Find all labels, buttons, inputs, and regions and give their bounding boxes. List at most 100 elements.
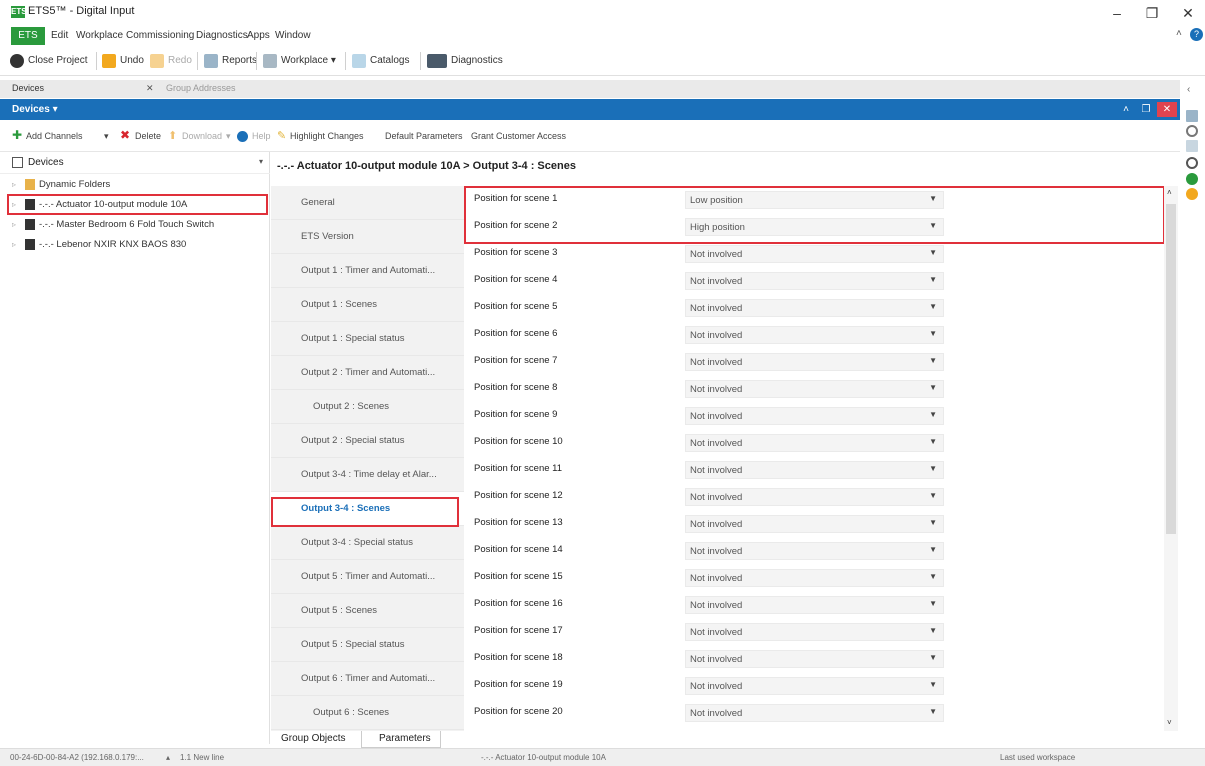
catalogs-button[interactable]: Catalogs [350, 51, 409, 71]
download-button[interactable]: Download [182, 131, 222, 141]
menu-workplace[interactable]: Workplace [76, 30, 123, 41]
catalog-icon[interactable] [1186, 140, 1198, 152]
parameter-select[interactable]: Not involved ▼ [685, 542, 944, 560]
expand-icon[interactable]: ▹ [12, 235, 16, 254]
add-channels-dropdown-icon[interactable]: ▾ [104, 131, 109, 142]
redo-button[interactable]: Redo [148, 51, 192, 71]
parameter-scrollbar[interactable]: ˄ ˅ [1164, 186, 1178, 731]
close-tab-icon[interactable]: ✕ [146, 83, 154, 94]
panel-restore-button[interactable]: ❐ [1136, 102, 1156, 117]
section-item[interactable]: Output 1 : Timer and Automati... [271, 254, 464, 288]
parameter-select[interactable]: Not involved ▼ [685, 272, 944, 290]
menu-commissioning[interactable]: Commissioning [126, 30, 194, 41]
delete-button[interactable]: Delete [135, 131, 161, 141]
chevron-down-icon[interactable]: ▼ [929, 302, 937, 311]
expand-icon[interactable]: ▹ [12, 175, 16, 194]
tab-devices[interactable]: Devices [12, 83, 44, 93]
parameter-select[interactable]: Not involved ▼ [685, 704, 944, 722]
chevron-down-icon[interactable]: ▼ [929, 626, 937, 635]
section-item[interactable]: Output 2 : Timer and Automati... [271, 356, 464, 390]
undo-button[interactable]: Undo [100, 51, 144, 71]
maximize-window-button[interactable]: ❐ [1140, 4, 1164, 22]
expand-icon[interactable]: ▹ [12, 215, 16, 234]
add-channels-button[interactable]: Add Channels [26, 131, 83, 141]
tree-node-dynamic-folders[interactable]: ▹ Dynamic Folders [0, 175, 270, 194]
section-item[interactable]: Output 6 : Scenes [271, 696, 464, 730]
menu-ets[interactable]: ETS [11, 27, 45, 45]
download-dropdown-icon[interactable]: ▾ [226, 131, 231, 142]
collapse-ribbon-icon[interactable]: ˄ [1176, 28, 1182, 39]
history-icon[interactable] [1186, 157, 1198, 169]
chevron-down-icon[interactable]: ▼ [929, 329, 937, 338]
chevron-down-icon[interactable]: ▼ [929, 464, 937, 473]
parameter-select[interactable]: Not involved ▼ [685, 677, 944, 695]
status-dropdown-icon[interactable]: ▴ [166, 753, 170, 762]
parameter-select[interactable]: Not involved ▼ [685, 650, 944, 668]
tab-group-objects[interactable]: Group Objects [281, 733, 345, 744]
parameter-select[interactable]: Not involved ▼ [685, 353, 944, 371]
parameter-select[interactable]: Not involved ▼ [685, 299, 944, 317]
close-project-button[interactable]: Close Project [8, 51, 87, 71]
tab-group-addresses[interactable]: Group Addresses [166, 83, 236, 93]
chevron-down-icon[interactable]: ▼ [929, 545, 937, 554]
panel-minimize-button[interactable]: ˄ [1116, 102, 1136, 117]
chevron-down-icon[interactable]: ▼ [929, 248, 937, 257]
menu-diagnostics[interactable]: Diagnostics [196, 30, 248, 41]
chevron-down-icon[interactable]: ▼ [929, 653, 937, 662]
chevron-down-icon[interactable]: ▼ [929, 518, 937, 527]
section-item[interactable]: General [271, 186, 464, 220]
panel-close-button[interactable]: ✕ [1157, 102, 1177, 117]
tree-node-lebenor-baos[interactable]: ▹ -.-.- Lebenor NXIR KNX BAOS 830 [0, 235, 270, 254]
tree-node-master-bedroom-switch[interactable]: ▹ -.-.- Master Bedroom 6 Fold Touch Swit… [0, 215, 270, 234]
diagnostics-button[interactable]: Diagnostics [425, 51, 503, 71]
tree-header-dropdown-icon[interactable]: ▾ [259, 157, 263, 166]
menu-edit[interactable]: Edit [51, 30, 68, 41]
grant-customer-access-button[interactable]: Grant Customer Access [471, 131, 566, 141]
parameter-select[interactable]: Not involved ▼ [685, 407, 944, 425]
devices-panel-title[interactable]: Devices ▾ [12, 104, 58, 115]
close-window-button[interactable]: ✕ [1176, 4, 1200, 22]
chevron-down-icon[interactable]: ▼ [929, 491, 937, 500]
chevron-down-icon[interactable]: ▼ [929, 410, 937, 419]
reports-button[interactable]: Reports [202, 51, 257, 71]
menu-window[interactable]: Window [275, 30, 311, 41]
properties-icon[interactable] [1186, 110, 1198, 122]
help-button[interactable]: Help [252, 131, 271, 141]
chevron-down-icon[interactable]: ▼ [929, 599, 937, 608]
chevron-down-icon[interactable]: ▼ [929, 275, 937, 284]
highlight-changes-button[interactable]: Highlight Changes [290, 131, 364, 141]
parameter-select[interactable]: Not involved ▼ [685, 623, 944, 641]
section-item[interactable]: Output 1 : Special status [271, 322, 464, 356]
chevron-down-icon[interactable]: ▼ [929, 383, 937, 392]
section-item[interactable]: Output 5 : Scenes [271, 594, 464, 628]
section-item[interactable]: Output 2 : Special status [271, 424, 464, 458]
parameter-select[interactable]: Not involved ▼ [685, 461, 944, 479]
scroll-down-icon[interactable]: ˅ [1167, 718, 1172, 727]
section-item[interactable]: ETS Version [271, 220, 464, 254]
tab-parameters[interactable]: Parameters [379, 733, 431, 744]
chevron-down-icon[interactable]: ▼ [929, 437, 937, 446]
parameter-select[interactable]: Not involved ▼ [685, 434, 944, 452]
section-item[interactable]: Output 5 : Special status [271, 628, 464, 662]
parameter-select[interactable]: Not involved ▼ [685, 569, 944, 587]
chevron-down-icon[interactable]: ▼ [929, 680, 937, 689]
status-interface-address[interactable]: 00-24-6D-00-84-A2 (192.168.0.179:... [10, 753, 144, 762]
default-parameters-button[interactable]: Default Parameters [385, 131, 463, 141]
chevron-down-icon[interactable]: ▼ [929, 572, 937, 581]
section-item[interactable]: Output 1 : Scenes [271, 288, 464, 322]
help-icon[interactable]: ? [1190, 28, 1203, 41]
parameter-select[interactable]: Not involved ▼ [685, 596, 944, 614]
chevron-down-icon[interactable]: ▼ [929, 707, 937, 716]
chevron-down-icon[interactable]: ▼ [929, 356, 937, 365]
menu-apps[interactable]: Apps [247, 30, 270, 41]
search-icon[interactable] [1186, 125, 1198, 137]
section-item[interactable]: Output 2 : Scenes [271, 390, 464, 424]
minimize-window-button[interactable]: – [1105, 4, 1129, 22]
parameter-select[interactable]: Not involved ▼ [685, 326, 944, 344]
scroll-thumb[interactable] [1166, 204, 1176, 534]
section-item[interactable]: Output 3-4 : Special status [271, 526, 464, 560]
play-icon[interactable] [1186, 173, 1198, 185]
section-item[interactable]: Output 5 : Timer and Automati... [271, 560, 464, 594]
parameter-select[interactable]: Not involved ▼ [685, 515, 944, 533]
workplace-button[interactable]: Workplace ▾ [261, 51, 336, 71]
